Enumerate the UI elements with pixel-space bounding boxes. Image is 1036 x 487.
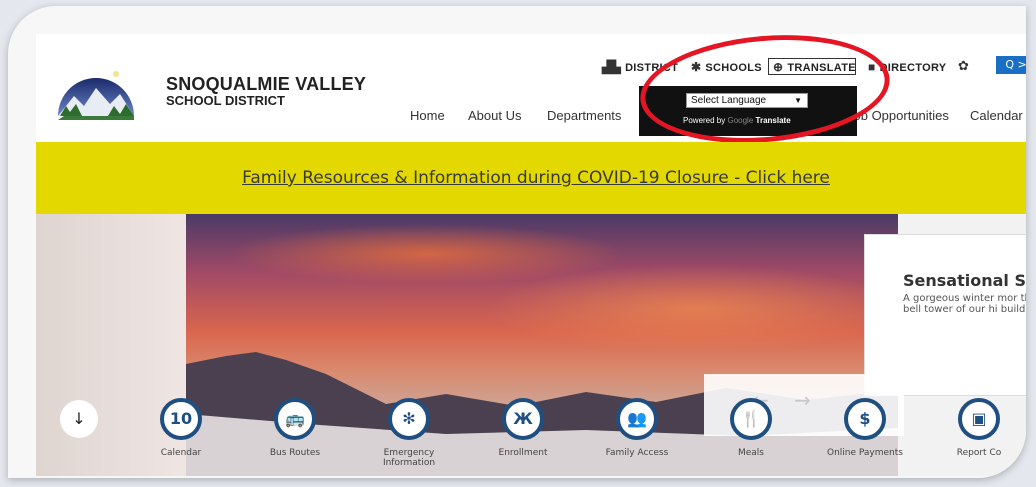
quicklink-meals[interactable]: 🍴 Meals xyxy=(706,398,796,458)
quicklink-emergency-information[interactable]: ✻ Emergency Information xyxy=(364,398,454,468)
search-button[interactable]: Q > xyxy=(996,56,1026,74)
calendar-icon: 10 xyxy=(160,398,202,440)
nav-departments[interactable]: Departments xyxy=(547,108,621,123)
chat-icon: ▣ xyxy=(958,398,1000,440)
screenshot-frame: SNOQUALMIE VALLEY SCHOOL DISTRICT ▟▙ DIST… xyxy=(8,6,1026,478)
district-name-line2: SCHOOL DISTRICT xyxy=(166,93,285,108)
district-logo[interactable] xyxy=(54,60,138,120)
gear-icon[interactable]: ✿ xyxy=(958,59,969,74)
scroll-down-button[interactable]: ↓ xyxy=(60,400,98,438)
hero-caption-card: Sensational Su A gorgeous winter mor the… xyxy=(864,234,1026,396)
district-name[interactable]: SNOQUALMIE VALLEY SCHOOL DISTRICT xyxy=(166,74,366,108)
quicklink-report-concern[interactable]: ▣ Report Co xyxy=(934,398,1024,458)
quicklink-bus-routes[interactable]: 🚌 Bus Routes xyxy=(250,398,340,458)
covid-banner-link[interactable]: Family Resources & Information during CO… xyxy=(36,168,1026,188)
school-building-icon: ▟▙ xyxy=(602,60,622,74)
covid-banner: Family Resources & Information during CO… xyxy=(36,142,1026,214)
fork-knife-icon: 🍴 xyxy=(730,398,772,440)
nav-about-us[interactable]: About Us xyxy=(468,108,521,123)
snowflake-icon: ✻ xyxy=(388,398,430,440)
quicklink-enrollment[interactable]: Ж Enrollment xyxy=(478,398,568,458)
people-icon: 👥 xyxy=(616,398,658,440)
caption-title[interactable]: Sensational Su xyxy=(903,271,1026,290)
caption-text: A gorgeous winter mor the bell tower of … xyxy=(903,293,1026,315)
quicklink-online-payments[interactable]: $ Online Payments xyxy=(820,398,910,458)
cloud xyxy=(486,264,898,354)
nav-calendar[interactable]: Calendar xyxy=(970,108,1023,123)
quicklink-calendar[interactable]: 10 Calendar xyxy=(136,398,226,458)
nav-home[interactable]: Home xyxy=(410,108,445,123)
dollar-icon: $ xyxy=(844,398,886,440)
next-arrow-icon[interactable]: → xyxy=(794,388,811,412)
bus-icon: 🚌 xyxy=(274,398,316,440)
quicklink-family-access[interactable]: 👥 Family Access xyxy=(592,398,682,458)
district-name-line1: SNOQUALMIE VALLEY xyxy=(166,74,367,94)
person-icon: Ж xyxy=(502,398,544,440)
website: SNOQUALMIE VALLEY SCHOOL DISTRICT ▟▙ DIST… xyxy=(36,34,1026,476)
